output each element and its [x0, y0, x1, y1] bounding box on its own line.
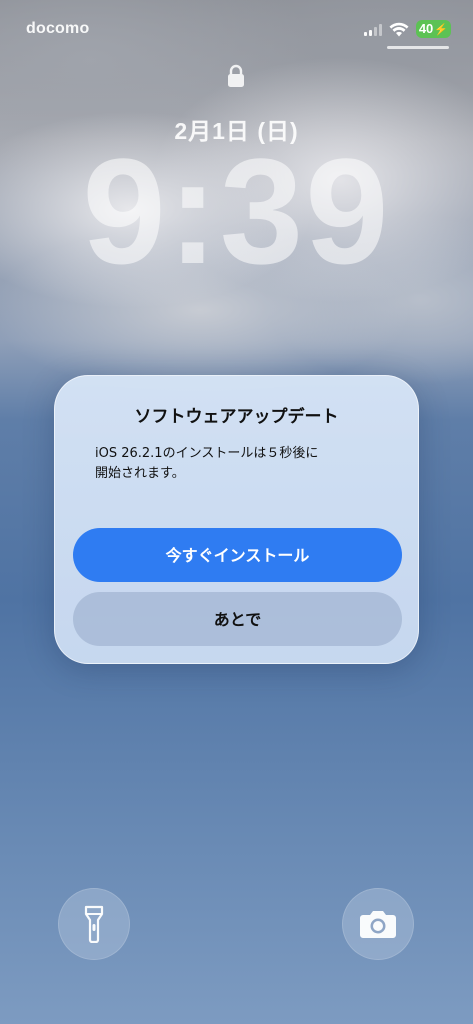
install-now-button[interactable]: 今すぐインストール	[73, 528, 402, 582]
control-center-grabber[interactable]	[387, 46, 449, 49]
alert-message: iOS 26.2.1のインストールは５秒後に 開始されます。	[95, 444, 378, 484]
camera-icon	[360, 911, 396, 938]
battery-indicator: 40⚡	[415, 20, 451, 38]
camera-button[interactable]	[342, 888, 414, 960]
alert-message-line: 開始されます。	[95, 466, 185, 481]
alert-message-line: iOS 26.2.1のインストールは５秒後に	[95, 446, 319, 461]
flashlight-button[interactable]	[58, 888, 130, 960]
carrier-name: docomo	[26, 20, 90, 37]
lock-screen: docomo 40⚡ 2月1日 (日) 9:39 ソフトウェアアップデート iO…	[0, 0, 473, 1024]
lock-icon	[228, 64, 244, 87]
status-bar: docomo 40⚡	[26, 18, 451, 42]
wifi-icon	[389, 22, 409, 36]
alert-title: ソフトウェアアップデート	[134, 407, 339, 427]
later-button[interactable]: あとで	[73, 592, 402, 646]
cellular-signal-icon	[363, 22, 382, 36]
lock-time: 9:39	[82, 127, 391, 295]
battery-level: 40	[418, 21, 434, 36]
flashlight-icon	[84, 905, 104, 943]
status-icons: 40⚡	[363, 18, 451, 40]
charging-bolt-icon: ⚡	[434, 24, 448, 36]
software-update-alert: ソフトウェアアップデート iOS 26.2.1のインストールは５秒後に 開始され…	[54, 375, 419, 664]
